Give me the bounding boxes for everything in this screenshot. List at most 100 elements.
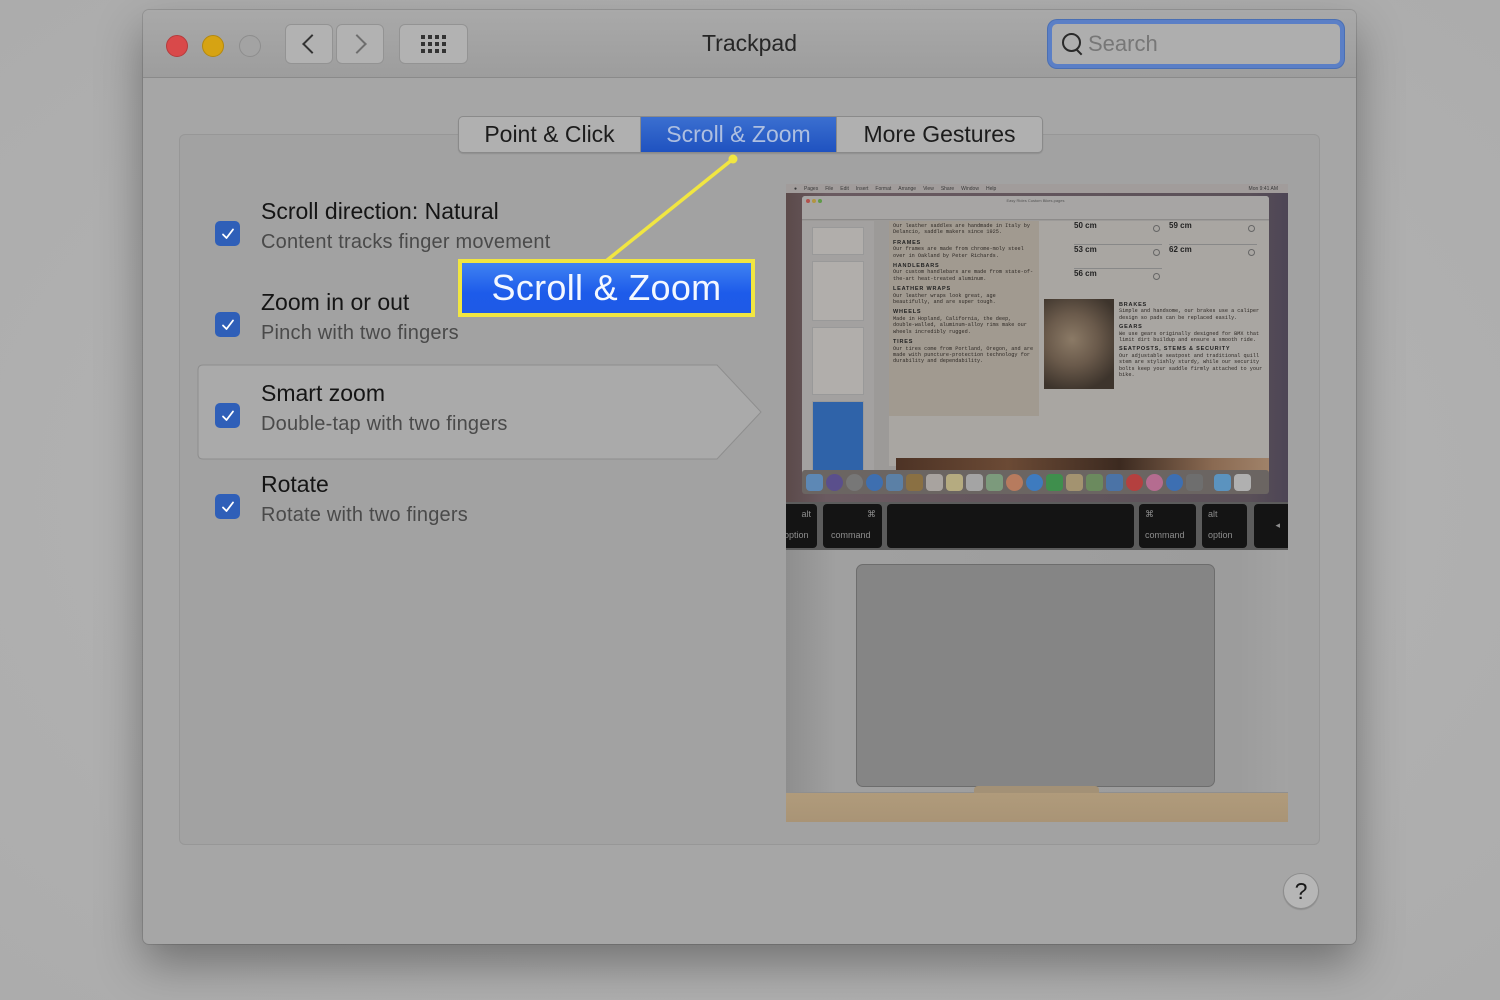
tab-bar: Point & Click Scroll & Zoom More Gesture… xyxy=(458,116,1043,153)
menu-item: Arrange xyxy=(898,185,917,192)
doc-text: Our frames are made from chrome-moly ste… xyxy=(893,246,1024,259)
radio-icon xyxy=(1153,225,1160,232)
page-thumbnail xyxy=(812,261,864,321)
zoom-in-or-out-checkbox[interactable] xyxy=(215,312,240,337)
smart-zoom-checkbox[interactable] xyxy=(215,403,240,428)
key-symbol: ⌘ xyxy=(1145,509,1154,519)
help-button[interactable]: ? xyxy=(1283,873,1319,909)
doc-text: Our leather saddles are handmade in Ital… xyxy=(893,223,1030,236)
annotation-callout: Scroll & Zoom xyxy=(458,259,755,317)
tab-point-and-click[interactable]: Point & Click xyxy=(459,117,641,152)
page-thumbnail xyxy=(812,327,864,395)
key-symbol: alt xyxy=(801,509,811,519)
key-symbol: ⌘ xyxy=(867,509,876,519)
page-thumbnails xyxy=(802,221,874,480)
app-store-icon xyxy=(1166,473,1183,491)
radio-icon xyxy=(1153,249,1160,256)
tab-scroll-and-zoom[interactable]: Scroll & Zoom xyxy=(641,117,837,152)
key-option-right: alt option xyxy=(1202,504,1247,548)
doc-text: Made in Hopland, California, the deep, d… xyxy=(893,315,1027,335)
menu-item: Insert xyxy=(855,185,869,192)
doc-text: Our adjustable seatpost and traditional … xyxy=(1119,352,1263,379)
search-field[interactable] xyxy=(1048,20,1344,68)
rotate-checkbox[interactable] xyxy=(215,494,240,519)
mail-icon xyxy=(886,473,903,491)
trackpad-preferences-window: Trackpad Point & Click Scroll & Zoom Mor… xyxy=(143,10,1356,944)
size-label: 59 cm xyxy=(1169,221,1192,230)
pages-app-window: Easy Rides Custom Bikes.pages Our leathe… xyxy=(802,196,1269,480)
radio-icon xyxy=(1248,249,1255,256)
keyboard-row: alt option ⌘ command ⌘ command alt optio… xyxy=(786,502,1288,550)
contacts-icon xyxy=(906,473,923,491)
photos-icon xyxy=(1006,473,1023,491)
size-label: 53 cm xyxy=(1074,245,1097,254)
preview-screen: ● Pages File Edit Insert Format Arrange … xyxy=(786,184,1288,502)
reminders-icon xyxy=(966,473,983,491)
size-label: 62 cm xyxy=(1169,245,1192,254)
doc-text: We use gears originally designed for BMX… xyxy=(1119,330,1260,344)
pages-icon xyxy=(1066,473,1083,491)
news-icon xyxy=(1126,473,1143,491)
dock xyxy=(802,470,1269,494)
page-thumbnail-selected xyxy=(812,401,864,471)
checkmark-icon xyxy=(221,228,234,239)
document-text-column: Our leather saddles are handmade in Ital… xyxy=(889,221,1039,416)
key-command-left: ⌘ command xyxy=(823,504,882,548)
option-title: Scroll direction: Natural xyxy=(261,198,499,224)
menu-item: View xyxy=(923,185,934,192)
system-preferences-icon xyxy=(1186,473,1203,491)
document-right-column: BRAKES Simple and handsome, our brakes u… xyxy=(1119,299,1269,378)
document-page: Our leather saddles are handmade in Ital… xyxy=(889,221,1269,466)
apple-icon: ● xyxy=(794,185,798,192)
checkmark-icon xyxy=(221,410,234,421)
option-subtitle: Rotate with two fingers xyxy=(261,504,468,526)
key-option-left: alt option xyxy=(786,504,817,548)
radio-icon xyxy=(1153,273,1160,280)
key-arrow-left: ◂ xyxy=(1254,504,1288,548)
option-smart-zoom[interactable]: Smart zoom Double-tap with two fingers xyxy=(215,380,735,460)
gesture-preview-video: ● Pages File Edit Insert Format Arrange … xyxy=(786,184,1288,822)
pages-toolbar: Easy Rides Custom Bikes.pages xyxy=(802,196,1269,220)
menu-item: File xyxy=(825,185,834,192)
key-label: command xyxy=(1145,530,1185,540)
keynote-icon xyxy=(1106,473,1123,491)
wooden-desk xyxy=(786,793,1288,822)
option-subtitle: Pinch with two fingers xyxy=(261,322,459,344)
menu-item: Edit xyxy=(840,185,849,192)
key-symbol: ◂ xyxy=(1275,520,1280,530)
messages-icon xyxy=(1026,473,1043,491)
finder-icon xyxy=(806,473,823,491)
option-title: Smart zoom xyxy=(261,380,385,406)
notes-icon xyxy=(946,473,963,491)
page-thumbnail xyxy=(812,227,864,255)
menu-item: Format xyxy=(875,185,892,192)
maps-icon xyxy=(986,473,1003,491)
numbers-icon xyxy=(1086,473,1103,491)
doc-text: Our leather wraps look great, age beauti… xyxy=(893,292,996,306)
safari-icon xyxy=(866,473,883,491)
doc-text: Our tires come from Portland, Oregon, an… xyxy=(893,345,1034,365)
key-space xyxy=(887,504,1134,548)
option-rotate[interactable]: Rotate Rotate with two fingers xyxy=(215,471,735,551)
size-label: 50 cm xyxy=(1074,221,1097,230)
menu-item: Window xyxy=(961,185,979,192)
key-label: option xyxy=(786,530,809,540)
trash-icon xyxy=(1234,473,1251,491)
size-label: 56 cm xyxy=(1074,269,1097,278)
key-label: command xyxy=(831,530,871,540)
search-icon xyxy=(1062,33,1084,55)
scroll-direction-checkbox[interactable] xyxy=(215,221,240,246)
option-subtitle: Double-tap with two fingers xyxy=(261,413,508,435)
launchpad-icon xyxy=(846,473,863,491)
search-input[interactable] xyxy=(1088,31,1328,57)
doc-text: Simple and handsome, our brakes use a ca… xyxy=(1119,308,1260,321)
option-subtitle: Content tracks finger movement xyxy=(261,231,551,253)
menu-item: Help xyxy=(985,185,997,192)
document-title: Easy Rides Custom Bikes.pages xyxy=(1006,198,1065,203)
tab-more-gestures[interactable]: More Gestures xyxy=(837,117,1042,152)
key-symbol: alt xyxy=(1208,509,1218,519)
siri-icon xyxy=(826,473,843,491)
preview-menubar: ● Pages File Edit Insert Format Arrange … xyxy=(786,184,1288,193)
checkmark-icon xyxy=(221,319,234,330)
doc-text: Our custom handlebars are made from stat… xyxy=(893,269,1034,282)
